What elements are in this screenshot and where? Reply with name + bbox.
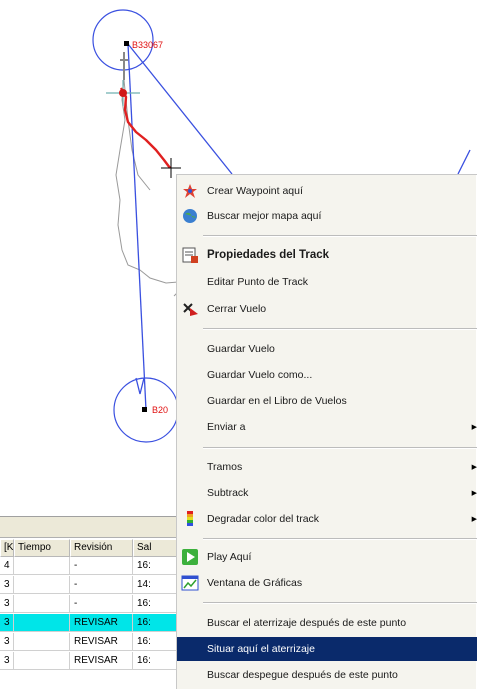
menu-item-guardar-vuelo-como[interactable]: Guardar Vuelo como... xyxy=(177,363,477,387)
cell-km: 3 xyxy=(0,576,14,594)
table-row[interactable]: 3 REVISAR 16: xyxy=(0,614,186,632)
play-icon xyxy=(181,548,199,566)
table-header: [Km Tiempo Revisión Sal xyxy=(0,539,186,557)
menu-item-label: Guardar en el Libro de Vuelos xyxy=(207,395,347,407)
table-row[interactable]: 3 REVISAR 16: xyxy=(0,633,186,651)
column-header-tiempo[interactable]: Tiempo xyxy=(14,539,70,557)
menu-item-label: Subtrack xyxy=(207,487,249,499)
menu-separator xyxy=(203,235,477,237)
menu-item-label: Buscar el aterrizaje después de este pun… xyxy=(207,617,407,629)
menu-item-play-aqui[interactable]: Play Aquí xyxy=(177,545,477,569)
menu-item-editar-punto[interactable]: Editar Punto de Track xyxy=(177,270,477,294)
menu-item-degradar-color[interactable]: Degradar color del track ▶ xyxy=(177,507,477,531)
cell-km: 3 xyxy=(0,595,14,613)
waypoint-marker[interactable] xyxy=(142,407,147,412)
gradient-icon xyxy=(181,510,199,528)
menu-separator xyxy=(203,602,477,604)
table-row[interactable]: 3-16: xyxy=(0,595,186,613)
menu-item-crear-waypoint[interactable]: Crear Waypoint aquí xyxy=(177,179,477,203)
submenu-arrow-icon: ▶ xyxy=(471,490,477,497)
column-header-km[interactable]: [Km xyxy=(0,539,14,557)
menu-item-label: Enviar a xyxy=(207,421,246,433)
menu-separator xyxy=(203,328,477,330)
menu-item-cerrar-vuelo[interactable]: Cerrar Vuelo xyxy=(177,297,477,321)
cell-revision: REVISAR xyxy=(70,652,133,670)
flight-track xyxy=(119,87,171,169)
cell-revision: - xyxy=(70,595,133,613)
properties-icon xyxy=(181,246,199,264)
flight-data-table[interactable]: [Km Tiempo Revisión Sal 4-16:3-14:3-16:3… xyxy=(0,516,186,690)
cell-revision: REVISAR xyxy=(70,614,133,632)
menu-separator xyxy=(203,538,477,540)
table-row[interactable]: 3 REVISAR 16: xyxy=(0,652,186,670)
menu-item-situar-aterrizaje[interactable]: Situar aquí el aterrizaje xyxy=(177,637,477,661)
cell-tiempo xyxy=(14,614,70,632)
cell-revision: REVISAR xyxy=(70,633,133,651)
menu-item-label: Propiedades del Track xyxy=(207,249,330,261)
menu-item-label: Situar aquí el aterrizaje xyxy=(207,643,315,655)
route-line xyxy=(127,43,147,411)
menu-item-buscar-aterrizaje[interactable]: Buscar el aterrizaje después de este pun… xyxy=(177,611,477,635)
close-flight-icon xyxy=(181,300,199,318)
menu-item-buscar-mapa[interactable]: Buscar mejor mapa aquí xyxy=(177,204,477,228)
table-row[interactable]: 3-14: xyxy=(0,576,186,594)
waypoint-icon xyxy=(181,182,199,200)
track-start-marker xyxy=(106,80,140,106)
menu-item-label: Guardar Vuelo como... xyxy=(207,369,313,381)
table-row[interactable]: 4-16: xyxy=(0,557,186,575)
cell-revision: - xyxy=(70,557,133,575)
menu-item-label: Play Aquí xyxy=(207,551,252,563)
menu-item-label: Cerrar Vuelo xyxy=(207,303,267,315)
menu-item-label: Buscar mejor mapa aquí xyxy=(207,210,322,222)
waypoint-marker[interactable] xyxy=(124,41,129,46)
menu-item-ventana-graficas[interactable]: Ventana de Gráficas xyxy=(177,571,477,595)
menu-separator xyxy=(203,447,477,449)
menu-item-guardar-libro[interactable]: Guardar en el Libro de Vuelos xyxy=(177,389,477,413)
cell-tiempo xyxy=(14,557,70,575)
menu-item-propiedades-track[interactable]: Propiedades del Track xyxy=(177,243,477,267)
menu-item-enviar-a[interactable]: Enviar a ▶ xyxy=(177,415,477,439)
menu-item-label: Crear Waypoint aquí xyxy=(207,185,303,197)
route-line xyxy=(127,43,233,175)
submenu-arrow-icon: ▶ xyxy=(471,464,477,471)
menu-item-tramos[interactable]: Tramos ▶ xyxy=(177,455,477,479)
waypoint-label: B33067 xyxy=(132,40,163,50)
menu-item-subtrack[interactable]: Subtrack ▶ xyxy=(177,481,477,505)
cell-tiempo xyxy=(14,595,70,613)
cell-tiempo xyxy=(14,576,70,594)
menu-item-label: Buscar despegue después de este punto xyxy=(207,669,398,681)
cell-km: 3 xyxy=(0,652,14,670)
cell-km: 3 xyxy=(0,614,14,632)
table-toolbar xyxy=(0,517,186,538)
menu-item-buscar-despegue[interactable]: Buscar despegue después de este punto xyxy=(177,663,477,687)
column-header-revision[interactable]: Revisión xyxy=(70,539,133,557)
globe-icon xyxy=(181,207,199,225)
cell-tiempo xyxy=(14,652,70,670)
context-menu[interactable]: Crear Waypoint aquí Buscar mejor mapa aq… xyxy=(176,174,477,689)
cell-km: 3 xyxy=(0,633,14,651)
glider-icon xyxy=(120,52,128,80)
submenu-arrow-icon: ▶ xyxy=(471,516,477,523)
cell-tiempo xyxy=(14,633,70,651)
waypoint-label: B20 xyxy=(152,405,168,415)
cell-km: 4 xyxy=(0,557,14,575)
menu-item-label: Ventana de Gráficas xyxy=(207,577,303,589)
menu-item-label: Editar Punto de Track xyxy=(207,276,308,288)
submenu-arrow-icon: ▶ xyxy=(471,424,477,431)
menu-item-label: Degradar color del track xyxy=(207,513,320,525)
cell-revision: - xyxy=(70,576,133,594)
menu-item-label: Guardar Vuelo xyxy=(207,343,275,355)
menu-item-guardar-vuelo[interactable]: Guardar Vuelo xyxy=(177,337,477,361)
menu-item-label: Tramos xyxy=(207,461,243,473)
chart-window-icon xyxy=(181,574,199,592)
route-arrow xyxy=(135,377,145,395)
route-line xyxy=(457,149,471,175)
